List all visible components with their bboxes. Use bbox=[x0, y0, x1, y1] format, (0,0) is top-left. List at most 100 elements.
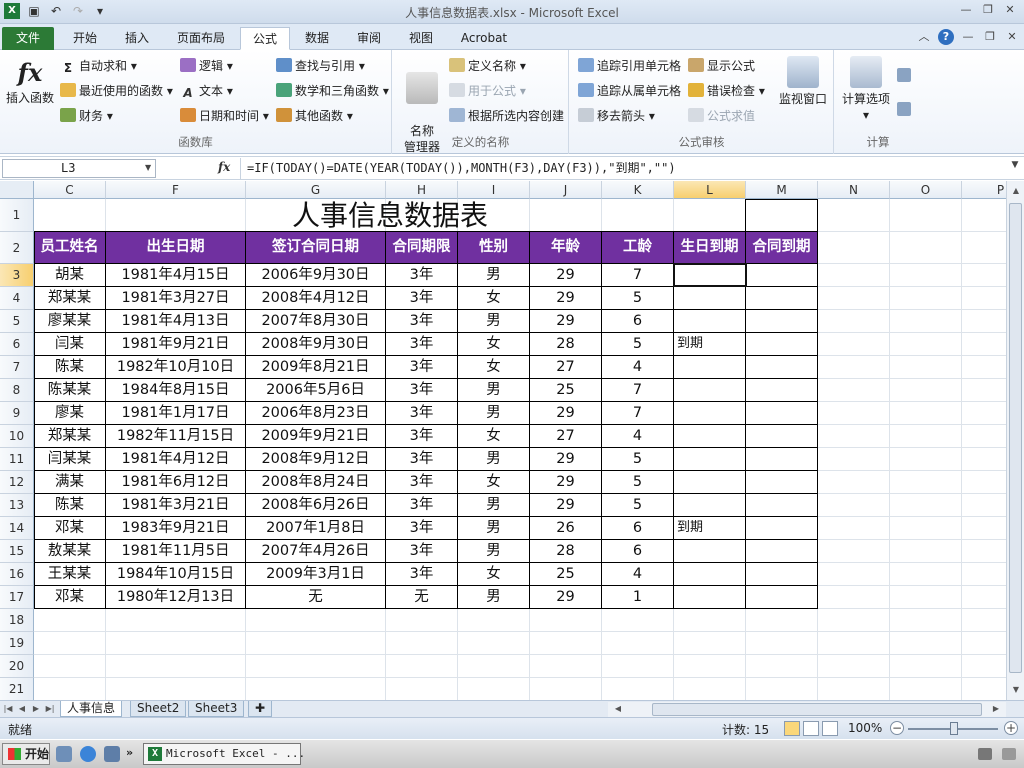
table-cell[interactable]: 1981年1月17日 bbox=[106, 402, 245, 424]
text-button[interactable]: A 文本 ▾ bbox=[180, 81, 233, 101]
table-cell[interactable]: 女 bbox=[458, 333, 529, 355]
table-cell[interactable]: 男 bbox=[458, 448, 529, 470]
table-cell[interactable]: 1982年10月10日 bbox=[106, 356, 245, 378]
table-cell[interactable]: 1981年4月13日 bbox=[106, 310, 245, 332]
birthday-due-cell[interactable] bbox=[677, 586, 745, 608]
sheet-tab-sheet3[interactable]: Sheet3 bbox=[188, 701, 245, 717]
birthday-due-cell[interactable] bbox=[677, 540, 745, 562]
first-sheet-icon[interactable]: |◀ bbox=[2, 702, 14, 716]
table-cell[interactable]: 3年 bbox=[386, 379, 457, 401]
table-cell[interactable]: 6 bbox=[602, 517, 673, 539]
show-desktop-icon[interactable] bbox=[56, 746, 72, 762]
table-cell[interactable]: 1981年3月21日 bbox=[106, 494, 245, 516]
sheet-tab-renshi[interactable]: 人事信息 bbox=[60, 701, 123, 717]
table-cell[interactable]: 男 bbox=[458, 540, 529, 562]
keyboard-tray-icon[interactable] bbox=[978, 748, 992, 760]
table-cell[interactable]: 26 bbox=[530, 517, 601, 539]
create-from-selection-button[interactable]: 根据所选内容创建 bbox=[449, 106, 564, 126]
employee-name-cell[interactable]: 邓某 bbox=[34, 517, 105, 539]
table-cell[interactable]: 3年 bbox=[386, 425, 457, 447]
table-cell[interactable]: 29 bbox=[530, 402, 601, 424]
column-header-o[interactable]: O bbox=[890, 181, 962, 199]
table-cell[interactable]: 2009年8月21日 bbox=[246, 356, 385, 378]
ie-browser-icon[interactable] bbox=[80, 746, 96, 762]
column-header-g[interactable]: G bbox=[246, 181, 386, 199]
table-cell[interactable] bbox=[746, 379, 817, 401]
table-cell[interactable]: 4 bbox=[602, 425, 673, 447]
row-header-12[interactable]: 12 bbox=[0, 471, 34, 494]
logical-button[interactable]: 逻辑 ▾ bbox=[180, 56, 233, 76]
employee-name-cell[interactable]: 闫某某 bbox=[34, 448, 105, 470]
row-header-7[interactable]: 7 bbox=[0, 356, 34, 379]
table-cell[interactable] bbox=[746, 563, 817, 585]
tab-home[interactable]: 开始 bbox=[62, 27, 108, 50]
table-cell[interactable]: 29 bbox=[530, 494, 601, 516]
tab-page-layout[interactable]: 页面布局 bbox=[168, 27, 234, 50]
row-header-20[interactable]: 20 bbox=[0, 655, 34, 678]
normal-view-icon[interactable] bbox=[784, 721, 800, 736]
financial-button[interactable]: 财务 ▾ bbox=[60, 106, 113, 126]
minimize-icon[interactable]: — bbox=[956, 2, 976, 20]
evaluate-formula-button[interactable]: 公式求值 bbox=[688, 106, 755, 126]
table-cell[interactable]: 3年 bbox=[386, 517, 457, 539]
table-cell[interactable] bbox=[746, 356, 817, 378]
table-cell[interactable]: 男 bbox=[458, 310, 529, 332]
employee-name-cell[interactable]: 郑某某 bbox=[34, 287, 105, 309]
page-layout-view-icon[interactable] bbox=[803, 721, 819, 736]
last-sheet-icon[interactable]: ▶| bbox=[44, 702, 56, 716]
employee-name-cell[interactable]: 邓某 bbox=[34, 586, 105, 608]
scroll-up-icon[interactable]: ▲ bbox=[1008, 183, 1024, 199]
table-cell[interactable]: 4 bbox=[602, 563, 673, 585]
row-header-19[interactable]: 19 bbox=[0, 632, 34, 655]
table-cell[interactable]: 2007年8月30日 bbox=[246, 310, 385, 332]
row-header-4[interactable]: 4 bbox=[0, 287, 34, 310]
table-header-cell[interactable]: 签订合同日期 bbox=[246, 232, 385, 263]
table-cell[interactable]: 女 bbox=[458, 287, 529, 309]
table-cell[interactable]: 1984年8月15日 bbox=[106, 379, 245, 401]
column-header-p[interactable]: P bbox=[962, 181, 1006, 199]
watch-window-button[interactable]: 监视窗口 bbox=[774, 56, 832, 107]
table-cell[interactable]: 5 bbox=[602, 333, 673, 355]
column-header-l[interactable]: L bbox=[674, 181, 746, 199]
table-cell[interactable]: 6 bbox=[602, 540, 673, 562]
page-break-view-icon[interactable] bbox=[822, 721, 838, 736]
table-cell[interactable]: 28 bbox=[530, 333, 601, 355]
tab-insert[interactable]: 插入 bbox=[114, 27, 160, 50]
table-cell[interactable]: 3年 bbox=[386, 448, 457, 470]
table-cell[interactable]: 7 bbox=[602, 379, 673, 401]
worksheet-grid[interactable]: C F G H I J K L M N O P 1 2 3 4 5 6 7 8 9 10 11 12 13 14 15 16 17 18 1… bbox=[0, 181, 1006, 700]
table-cell[interactable]: 29 bbox=[530, 310, 601, 332]
next-sheet-icon[interactable]: ▶ bbox=[30, 702, 42, 716]
employee-name-cell[interactable]: 陈某 bbox=[34, 494, 105, 516]
table-cell[interactable]: 2008年6月26日 bbox=[246, 494, 385, 516]
employee-name-cell[interactable]: 廖某 bbox=[34, 402, 105, 424]
table-cell[interactable]: 3年 bbox=[386, 310, 457, 332]
table-cell[interactable] bbox=[746, 402, 817, 424]
formula-input[interactable]: =IF(TODAY()=DATE(YEAR(TODAY()),MONTH(F3)… bbox=[240, 158, 1008, 179]
table-cell[interactable]: 女 bbox=[458, 425, 529, 447]
table-cell[interactable]: 29 bbox=[530, 287, 601, 309]
column-header-h[interactable]: H bbox=[386, 181, 458, 199]
table-cell[interactable]: 25 bbox=[530, 563, 601, 585]
employee-name-cell[interactable]: 陈某某 bbox=[34, 379, 105, 401]
birthday-due-cell[interactable]: 到期 bbox=[677, 517, 745, 539]
table-cell[interactable]: 3年 bbox=[386, 471, 457, 493]
table-cell[interactable]: 3年 bbox=[386, 356, 457, 378]
birthday-due-cell[interactable] bbox=[677, 563, 745, 585]
tab-review[interactable]: 审阅 bbox=[346, 27, 392, 50]
column-header-j[interactable]: J bbox=[530, 181, 602, 199]
column-header-i[interactable]: I bbox=[458, 181, 530, 199]
table-cell[interactable]: 2006年8月23日 bbox=[246, 402, 385, 424]
table-header-cell[interactable]: 合同期限 bbox=[386, 232, 457, 263]
calc-sheet-icon[interactable] bbox=[897, 102, 911, 116]
birthday-due-cell[interactable] bbox=[677, 310, 745, 332]
table-cell[interactable] bbox=[746, 425, 817, 447]
column-header-c[interactable]: C bbox=[34, 181, 106, 199]
employee-name-cell[interactable]: 胡某 bbox=[34, 264, 105, 286]
table-cell[interactable]: 29 bbox=[530, 471, 601, 493]
row-header-9[interactable]: 9 bbox=[0, 402, 34, 425]
table-cell[interactable]: 5 bbox=[602, 494, 673, 516]
table-cell[interactable]: 1981年4月15日 bbox=[106, 264, 245, 286]
sheet-title[interactable]: 人事信息数据表 bbox=[34, 199, 746, 232]
lookup-button[interactable]: 查找与引用 ▾ bbox=[276, 56, 365, 76]
